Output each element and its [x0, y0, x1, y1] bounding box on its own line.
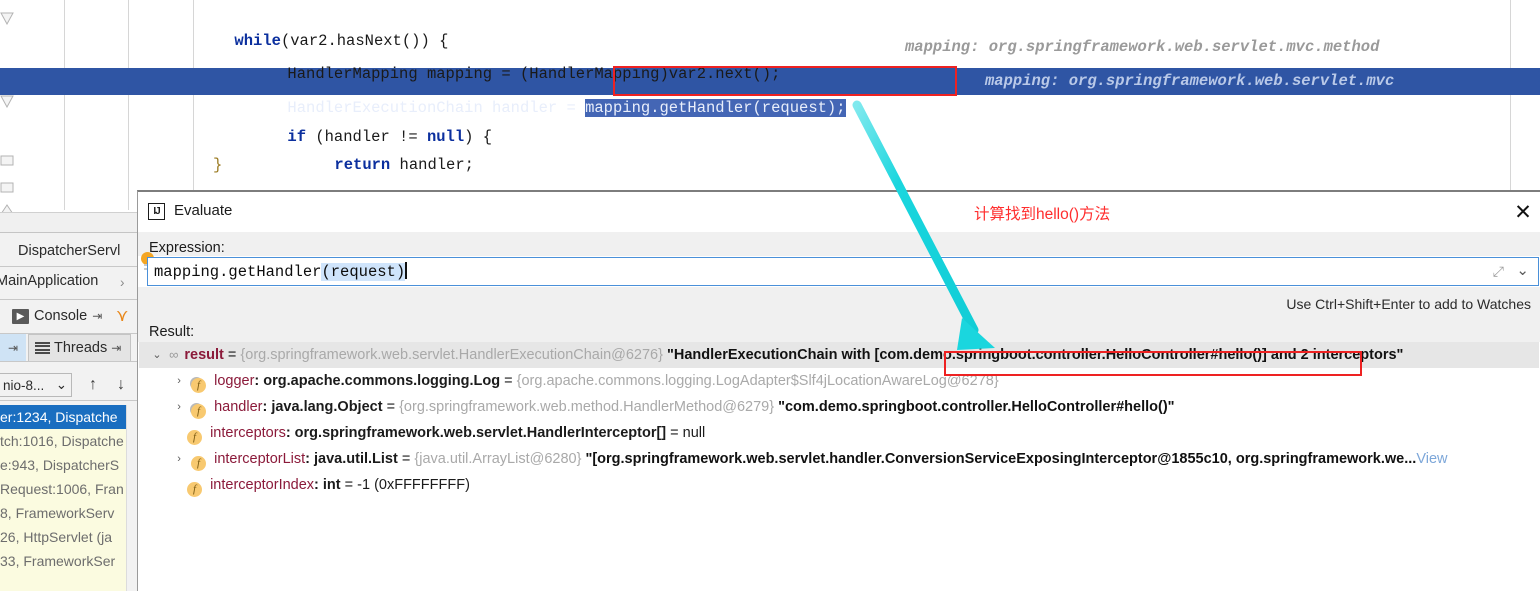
equals-sign: = — [382, 399, 400, 415]
object-reference: {java.util.ArrayList@6280} — [414, 451, 582, 467]
expression-value-selected: (request) — [321, 263, 406, 281]
variable-value: "com.demo.springboot.controller.HelloCon… — [774, 399, 1175, 415]
text-caret — [405, 262, 407, 279]
result-tree[interactable]: ⌄ ∞ result = {org.springframework.web.se… — [139, 342, 1539, 591]
threads-icon — [35, 341, 50, 355]
screen-root: while(var2.hasNext()) { HandlerMapping m… — [0, 0, 1540, 591]
variable-name: interceptorList — [214, 451, 306, 467]
code-text: } — [213, 156, 223, 174]
code-line[interactable]: return handler; — [0, 125, 1540, 174]
pin-icon[interactable]: ⇥ — [111, 341, 121, 355]
threads-label: Threads — [54, 340, 108, 356]
frame-row[interactable]: tch:1016, Dispatche — [0, 429, 137, 453]
object-icon: ∞ — [169, 347, 178, 362]
frames-list[interactable]: er:1234, Dispatche tch:1016, Dispatche e… — [0, 405, 137, 591]
pin-icon[interactable]: ⇥ — [92, 309, 102, 323]
code-line[interactable]: while(var2.hasNext()) { — [0, 1, 1540, 50]
expand-icon[interactable]: ⤢ — [1493, 263, 1504, 280]
equals-sign: = — [223, 347, 241, 363]
expression-label: Expression: — [149, 240, 225, 256]
chevron-down-icon[interactable]: ⌄ — [1516, 261, 1529, 279]
chart-icon[interactable]: ⋎ — [116, 306, 128, 326]
frame-row[interactable]: Request:1006, Fran — [0, 477, 137, 501]
result-highlight-box — [944, 351, 1362, 376]
console-label: Console — [34, 308, 88, 324]
equals-sign: = — [397, 451, 415, 467]
evaluate-dialog[interactable]: IJ Evaluate 计算找到hello()方法 ✕ Expression: … — [137, 190, 1540, 591]
inlay-hint: mapping: org.springframework.web.servlet… — [985, 72, 1395, 90]
variable-name: logger — [214, 373, 255, 389]
variable-type: : java.util.List — [305, 451, 398, 467]
thread-selector[interactable]: nio-8... ⌄ — [0, 373, 72, 397]
threads-tab[interactable]: Threads ⇥ — [28, 334, 131, 361]
object-reference: {org.springframework.web.method.HandlerM… — [399, 399, 775, 415]
expand-toggle-icon[interactable]: › — [171, 368, 187, 394]
variable-value: "[org.springframework.web.servlet.handle… — [581, 451, 1417, 467]
equals-sign: = — [340, 477, 358, 493]
annotation-text: 计算找到hello()方法 — [974, 206, 1111, 223]
thread-selector-value: nio-8... — [3, 377, 45, 393]
variable-name: interceptorIndex — [210, 477, 315, 493]
variable-type: : org.apache.commons.logging.Log — [254, 373, 501, 389]
frame-row[interactable]: 8, FrameworkServ — [0, 501, 137, 525]
tab-main-application[interactable]: MainApplication — [0, 273, 98, 289]
tree-row-interceptor-list[interactable]: › f interceptorList: java.util.List = {j… — [139, 446, 1539, 472]
frame-row[interactable]: 33, FrameworkSer — [0, 549, 137, 573]
variable-type: : org.springframework.web.servlet.Handle… — [285, 425, 667, 441]
frame-row[interactable]: 26, HttpServlet (ja — [0, 525, 137, 549]
dialog-title: Evaluate — [174, 202, 233, 219]
variable-type: : java.lang.Object — [262, 399, 383, 415]
frame-row[interactable]: e:943, DispatcherS — [0, 453, 137, 477]
field-icon: f — [187, 430, 203, 445]
expression-value: mapping.getHandler — [154, 263, 322, 281]
variable-value: null — [682, 425, 706, 441]
view-link[interactable]: View — [1416, 451, 1447, 467]
console-icon: ▶ — [12, 308, 29, 324]
inlay-hint: mapping: org.springframework.web.servlet… — [905, 38, 1380, 56]
code-line[interactable]: HandlerMapping mapping = (HandlerMapping… — [0, 34, 1540, 83]
object-reference: {org.apache.commons.logging.LogAdapter$S… — [516, 373, 999, 389]
variable-name: interceptors — [210, 425, 286, 441]
collapse-toggle-icon[interactable]: ⌄ — [149, 342, 165, 368]
frames-scrollbar[interactable] — [126, 405, 137, 591]
variable-type: : int — [314, 477, 341, 493]
value-string-prefix: "HandlerExecutionChain with — [662, 347, 875, 363]
frame-row[interactable]: er:1234, Dispatche — [0, 405, 137, 429]
variable-name: handler — [214, 399, 263, 415]
expand-toggle-icon[interactable]: › — [171, 446, 187, 472]
dialog-band — [138, 232, 1540, 256]
equals-sign: = — [666, 425, 683, 441]
dialog-title-bar: IJ Evaluate 计算找到hello()方法 ✕ — [138, 192, 1540, 232]
equals-sign: = — [500, 373, 517, 389]
step-down-button[interactable]: ↓ — [110, 373, 132, 397]
tree-row-interceptors[interactable]: f interceptors: org.springframework.web.… — [139, 420, 1539, 446]
field-icon: f — [191, 404, 207, 419]
chevron-down-icon: ⌄ — [55, 377, 67, 392]
variable-value: -1 (0xFFFFFFFF) — [357, 477, 470, 493]
expand-toggle-icon[interactable]: › — [171, 394, 187, 420]
watches-hint: Use Ctrl+Shift+Enter to add to Watches — [1286, 296, 1531, 312]
field-icon: f — [187, 482, 203, 497]
result-label: Result: — [149, 324, 195, 340]
tree-row-handler[interactable]: › f handler: java.lang.Object = {org.spr… — [139, 394, 1539, 420]
field-icon: f — [191, 378, 207, 393]
object-reference: {org.springframework.web.servlet.Handler… — [240, 347, 663, 363]
step-up-button[interactable]: ↑ — [82, 373, 104, 397]
close-icon[interactable]: ✕ — [1511, 200, 1535, 224]
tree-row-interceptor-index[interactable]: f interceptorIndex: int = -1 (0xFFFFFFFF… — [139, 472, 1539, 498]
field-icon: f — [191, 456, 207, 471]
code-line[interactable]: } — [0, 152, 1540, 179]
variable-name: result — [184, 347, 224, 363]
code-highlight-box — [613, 66, 957, 96]
console-tab[interactable]: ▶ Console ⇥ — [12, 308, 102, 324]
code-line[interactable]: if (handler != null) { — [0, 97, 1540, 146]
pin-icon[interactable]: ⇥ — [0, 334, 26, 361]
debug-side-panels[interactable]: DispatcherServl MainApplication › ▶ Cons… — [0, 232, 137, 591]
tab-dispatcher-servlet[interactable]: DispatcherServl — [18, 243, 120, 259]
expression-input[interactable]: mapping.getHandler(request) — [147, 257, 1539, 286]
chevron-right-icon[interactable]: › — [120, 275, 125, 290]
intellij-icon: IJ — [148, 203, 165, 220]
